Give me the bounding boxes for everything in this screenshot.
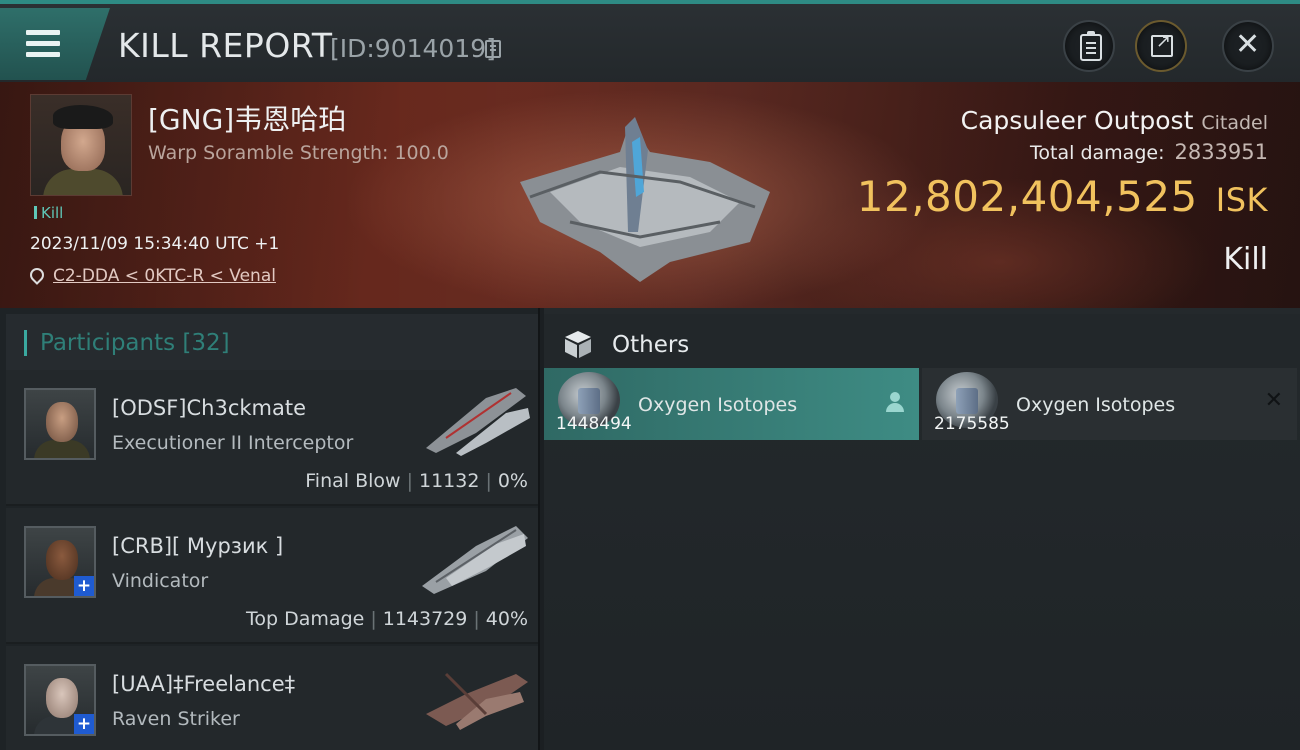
participants-header: Participants [32] [6, 314, 538, 370]
participant-percent: 0% [497, 470, 528, 492]
plus-badge: + [74, 714, 94, 734]
kill-tag: Kill [34, 204, 63, 222]
avatar[interactable]: + [24, 526, 96, 598]
copy-icon[interactable] [485, 40, 501, 58]
person-icon [885, 392, 905, 414]
loot-item-card[interactable]: Oxygen Isotopes 2175585 ✕ [922, 368, 1297, 440]
total-damage-value: 2833951 [1174, 140, 1268, 164]
menu-button[interactable] [0, 8, 110, 80]
participant-percent: 40% [485, 608, 528, 630]
kill-summary-banner: [GNG]韦恩哈珀 Warp Soramble Strength: 100.0 … [0, 82, 1300, 308]
participants-count: [32] [182, 330, 230, 356]
kill-timestamp: 2023/11/09 15:34:40 UTC +1 [30, 234, 280, 254]
participant-name[interactable]: [CRB][ Мурзик ] [112, 534, 283, 558]
participant-row[interactable]: + [CRB][ Мурзик ] Vindicator Top Damage |… [6, 508, 538, 644]
close-icon: ✕ [1235, 27, 1261, 62]
participant-stats: Top Damage | 1143729 | 40% [246, 608, 528, 630]
participants-title: Participants [32] [40, 330, 230, 356]
others-title: Others [612, 332, 690, 358]
victim-name[interactable]: [GNG]韦恩哈珀 [148, 98, 346, 138]
avatar[interactable] [24, 388, 96, 460]
clipboard-icon [1080, 31, 1102, 61]
target-class: Citadel [1201, 112, 1268, 134]
kill-result: Kill [1223, 242, 1268, 277]
avatar[interactable]: + [24, 664, 96, 736]
victim-subtitle: Warp Soramble Strength: 100.0 [148, 142, 449, 164]
participant-row[interactable]: [ODSF]Ch3ckmate Executioner II Intercept… [6, 370, 538, 506]
report-id: [ID:9014019] [330, 34, 496, 63]
target-name: Capsuleer Outpost Citadel [961, 106, 1268, 135]
location-pin-icon [27, 265, 47, 285]
location-link[interactable]: C2-DDA < 0KTC-R < Venal [53, 266, 276, 286]
participants-panel: Participants [32] [ODSF]Ch3ckmate Execut… [0, 308, 540, 750]
item-quantity: 2175585 [934, 414, 1010, 434]
total-damage-label: Total damage: [1030, 142, 1165, 164]
item-name: Oxygen Isotopes [638, 394, 798, 416]
ship-image [422, 526, 528, 594]
citadel-structure-image [520, 117, 770, 282]
participant-name[interactable]: [ODSF]Ch3ckmate [112, 396, 306, 420]
hamburger-icon [26, 30, 60, 58]
participant-ship: Vindicator [112, 570, 209, 592]
ship-image [426, 388, 530, 456]
participant-ship: Raven Striker [112, 708, 240, 730]
victim-avatar[interactable] [30, 94, 132, 196]
participant-damage: 1143729 [382, 608, 468, 630]
participant-stats: Final Blow | 11132 | 0% [305, 470, 528, 492]
participant-role: Top Damage [246, 608, 365, 630]
item-name: Oxygen Isotopes [1016, 394, 1176, 416]
others-header: Others [544, 314, 1300, 370]
others-panel: Others Oxygen Isotopes 1448494 Oxygen Is… [544, 308, 1300, 750]
isk-amount: 12,802,404,525 [856, 172, 1198, 221]
participant-name[interactable]: [UAA]‡Freelance‡ [112, 672, 295, 696]
plus-badge: + [74, 576, 94, 596]
isk-value: 12,802,404,525 ISK [857, 172, 1268, 221]
participant-damage: 11132 [418, 470, 480, 492]
participant-ship: Executioner II Interceptor [112, 432, 354, 454]
close-button[interactable]: ✕ [1222, 20, 1274, 72]
share-button[interactable] [1135, 20, 1187, 72]
loot-item-card[interactable]: Oxygen Isotopes 1448494 [544, 368, 919, 440]
item-quantity: 1448494 [556, 414, 632, 434]
ship-image [426, 672, 528, 730]
destroyed-x-icon: ✕ [1264, 388, 1283, 413]
share-icon [1151, 31, 1173, 57]
target-structure-name: Capsuleer Outpost [960, 106, 1194, 135]
total-damage: Total damage: 2833951 [1030, 140, 1268, 164]
clipboard-button[interactable] [1063, 20, 1115, 72]
cargo-box-icon [565, 331, 591, 358]
top-bar: KILL REPORT [ID:9014019] ✕ [0, 0, 1300, 82]
page-title: KILL REPORT [118, 26, 333, 65]
participant-role: Final Blow [305, 470, 401, 492]
isk-unit: ISK [1215, 181, 1268, 219]
participant-row[interactable]: + [UAA]‡Freelance‡ Raven Striker [6, 646, 538, 750]
